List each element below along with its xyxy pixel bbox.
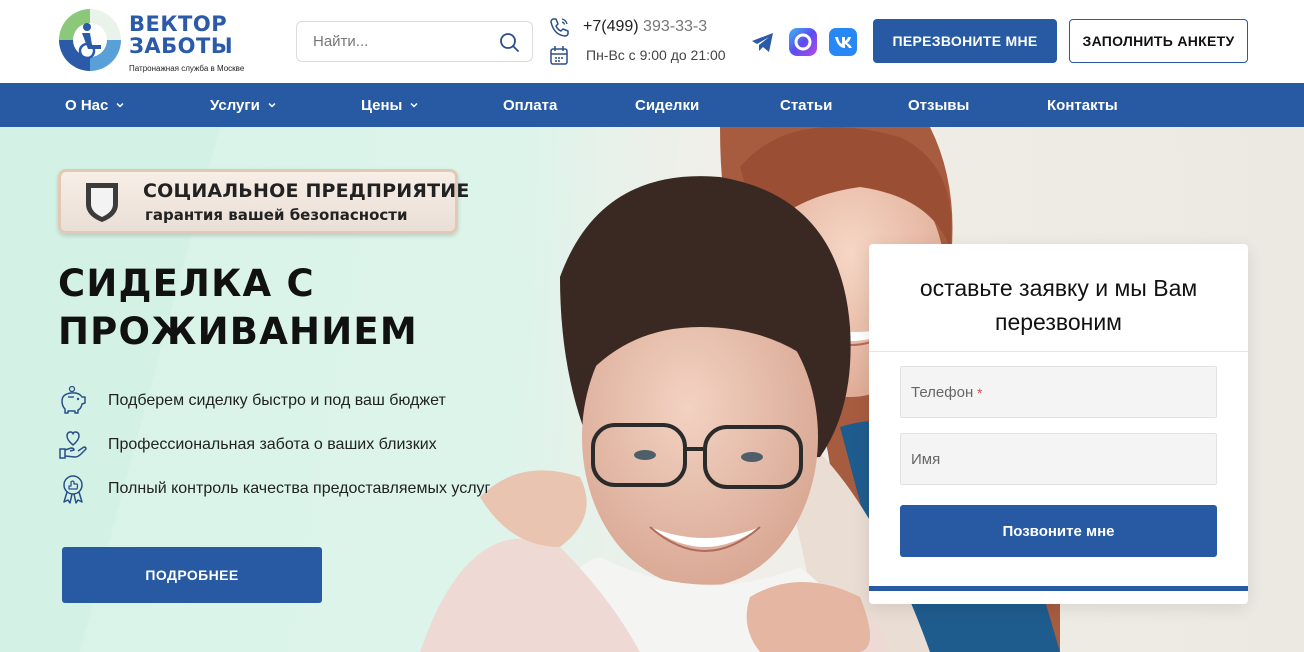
- feature-text: Полный контроль качества предоставляемых…: [108, 480, 491, 497]
- nav-item-services[interactable]: Услуги: [210, 83, 277, 127]
- phone-icon: [550, 18, 569, 37]
- award-medal-icon: [63, 475, 83, 504]
- badge-title: СОЦИАЛЬНОЕ ПРЕДПРИЯТИЕ: [143, 180, 470, 202]
- more-button[interactable]: ПОДРОБНЕЕ: [62, 547, 322, 603]
- callback-button[interactable]: ПЕРЕЗВОНИТЕ МНЕ: [873, 19, 1057, 63]
- required-marker: *: [977, 385, 983, 401]
- logo-wordmark: ВЕКТОР ЗАБОТЫ: [129, 13, 233, 57]
- nav-item-label: Сиделки: [635, 96, 700, 114]
- chevron-down-icon: [268, 102, 276, 108]
- nav-item-about[interactable]: О Нас: [65, 83, 125, 127]
- shield-icon: [86, 183, 118, 222]
- main-nav: О Нас Услуги Цены Оплата Сиделки Статьи …: [0, 83, 1304, 127]
- chevron-down-icon: [410, 102, 418, 108]
- logo[interactable]: ВЕКТОР ЗАБОТЫ Патронажная служба в Москв…: [57, 7, 257, 75]
- logo-line-1: ВЕКТОР: [129, 12, 228, 36]
- nav-item-label: Отзывы: [908, 96, 970, 114]
- contact-block: +7(499) 393-33-3 Пн-Вс с 9:00 до 21:00: [548, 15, 738, 70]
- callback-form: оставьте заявку и мы Вам перезвоним * По…: [869, 244, 1248, 604]
- form-title-line-1: оставьте заявку и мы Вам: [919, 275, 1198, 301]
- phone-number-visible: +7(499): [583, 18, 639, 35]
- feature-text: Подберем сиделку быстро и под ваш бюджет: [108, 392, 446, 409]
- form-accent-bar: [869, 586, 1248, 591]
- piggy-bank-icon: [61, 385, 86, 414]
- logo-tagline: Патронажная служба в Москве: [129, 64, 245, 73]
- nav-item-label: Услуги: [210, 96, 260, 114]
- nav-item-payment[interactable]: Оплата: [503, 83, 557, 127]
- form-title-line-2: перезвоним: [995, 309, 1122, 335]
- nav-item-label: О Нас: [65, 96, 109, 114]
- heart-hand-icon: [59, 431, 87, 459]
- telegram-icon[interactable]: [748, 27, 778, 57]
- nav-item-articles[interactable]: Статьи: [780, 83, 832, 127]
- search-input[interactable]: [297, 22, 497, 61]
- nav-item-label: Оплата: [503, 96, 558, 114]
- list-item: Подберем сиделку быстро и под ваш бюджет: [57, 385, 517, 419]
- list-item: Профессиональная забота о ваших близких: [57, 429, 517, 463]
- logo-mark-icon: [59, 9, 121, 71]
- nav-item-contacts[interactable]: Контакты: [1047, 83, 1118, 127]
- form-title: оставьте заявку и мы Вам перезвоним: [869, 271, 1248, 339]
- working-hours: Пн-Вс с 9:00 до 21:00: [586, 47, 726, 63]
- social-enterprise-badge: СОЦИАЛЬНОЕ ПРЕДПРИЯТИЕ гарантия вашей бе…: [58, 169, 469, 234]
- divider: [869, 351, 1248, 352]
- search-icon[interactable]: [498, 31, 520, 53]
- hero-title-line-2: ПРОЖИВАНИЕМ: [58, 310, 418, 353]
- nav-item-reviews[interactable]: Отзывы: [908, 83, 969, 127]
- search-box: [296, 21, 533, 62]
- phone-number-faded: 393-33-3: [643, 18, 708, 35]
- nav-item-label: Контакты: [1047, 96, 1118, 114]
- nav-item-caregivers[interactable]: Сиделки: [635, 83, 699, 127]
- max-messenger-icon[interactable]: [788, 27, 818, 57]
- submit-button[interactable]: Позвоните мне: [900, 505, 1217, 557]
- logo-line-2: ЗАБОТЫ: [129, 34, 234, 58]
- phone-number[interactable]: +7(499) 393-33-3: [583, 18, 707, 36]
- nav-item-label: Статьи: [780, 96, 833, 114]
- vk-icon[interactable]: [828, 27, 858, 57]
- site-header: ВЕКТОР ЗАБОТЫ Патронажная служба в Москв…: [0, 0, 1304, 83]
- calendar-icon: [550, 46, 568, 65]
- hero-title-line-1: СИДЕЛКА С: [58, 262, 315, 305]
- nav-item-label: Цены: [361, 96, 403, 114]
- name-field[interactable]: [900, 433, 1217, 485]
- feature-text: Профессиональная забота о ваших близких: [108, 436, 437, 453]
- nav-item-prices[interactable]: Цены: [361, 83, 419, 127]
- hero-title: СИДЕЛКА С ПРОЖИВАНИЕМ: [58, 260, 478, 356]
- hero-section: СОЦИАЛЬНОЕ ПРЕДПРИЯТИЕ гарантия вашей бе…: [0, 127, 1304, 652]
- list-item: Полный контроль качества предоставляемых…: [57, 473, 517, 507]
- chevron-down-icon: [116, 102, 124, 108]
- badge-subtitle: гарантия вашей безопасности: [145, 206, 408, 224]
- phone-field[interactable]: [900, 366, 1217, 418]
- fill-form-button[interactable]: ЗАПОЛНИТЬ АНКЕТУ: [1069, 19, 1248, 63]
